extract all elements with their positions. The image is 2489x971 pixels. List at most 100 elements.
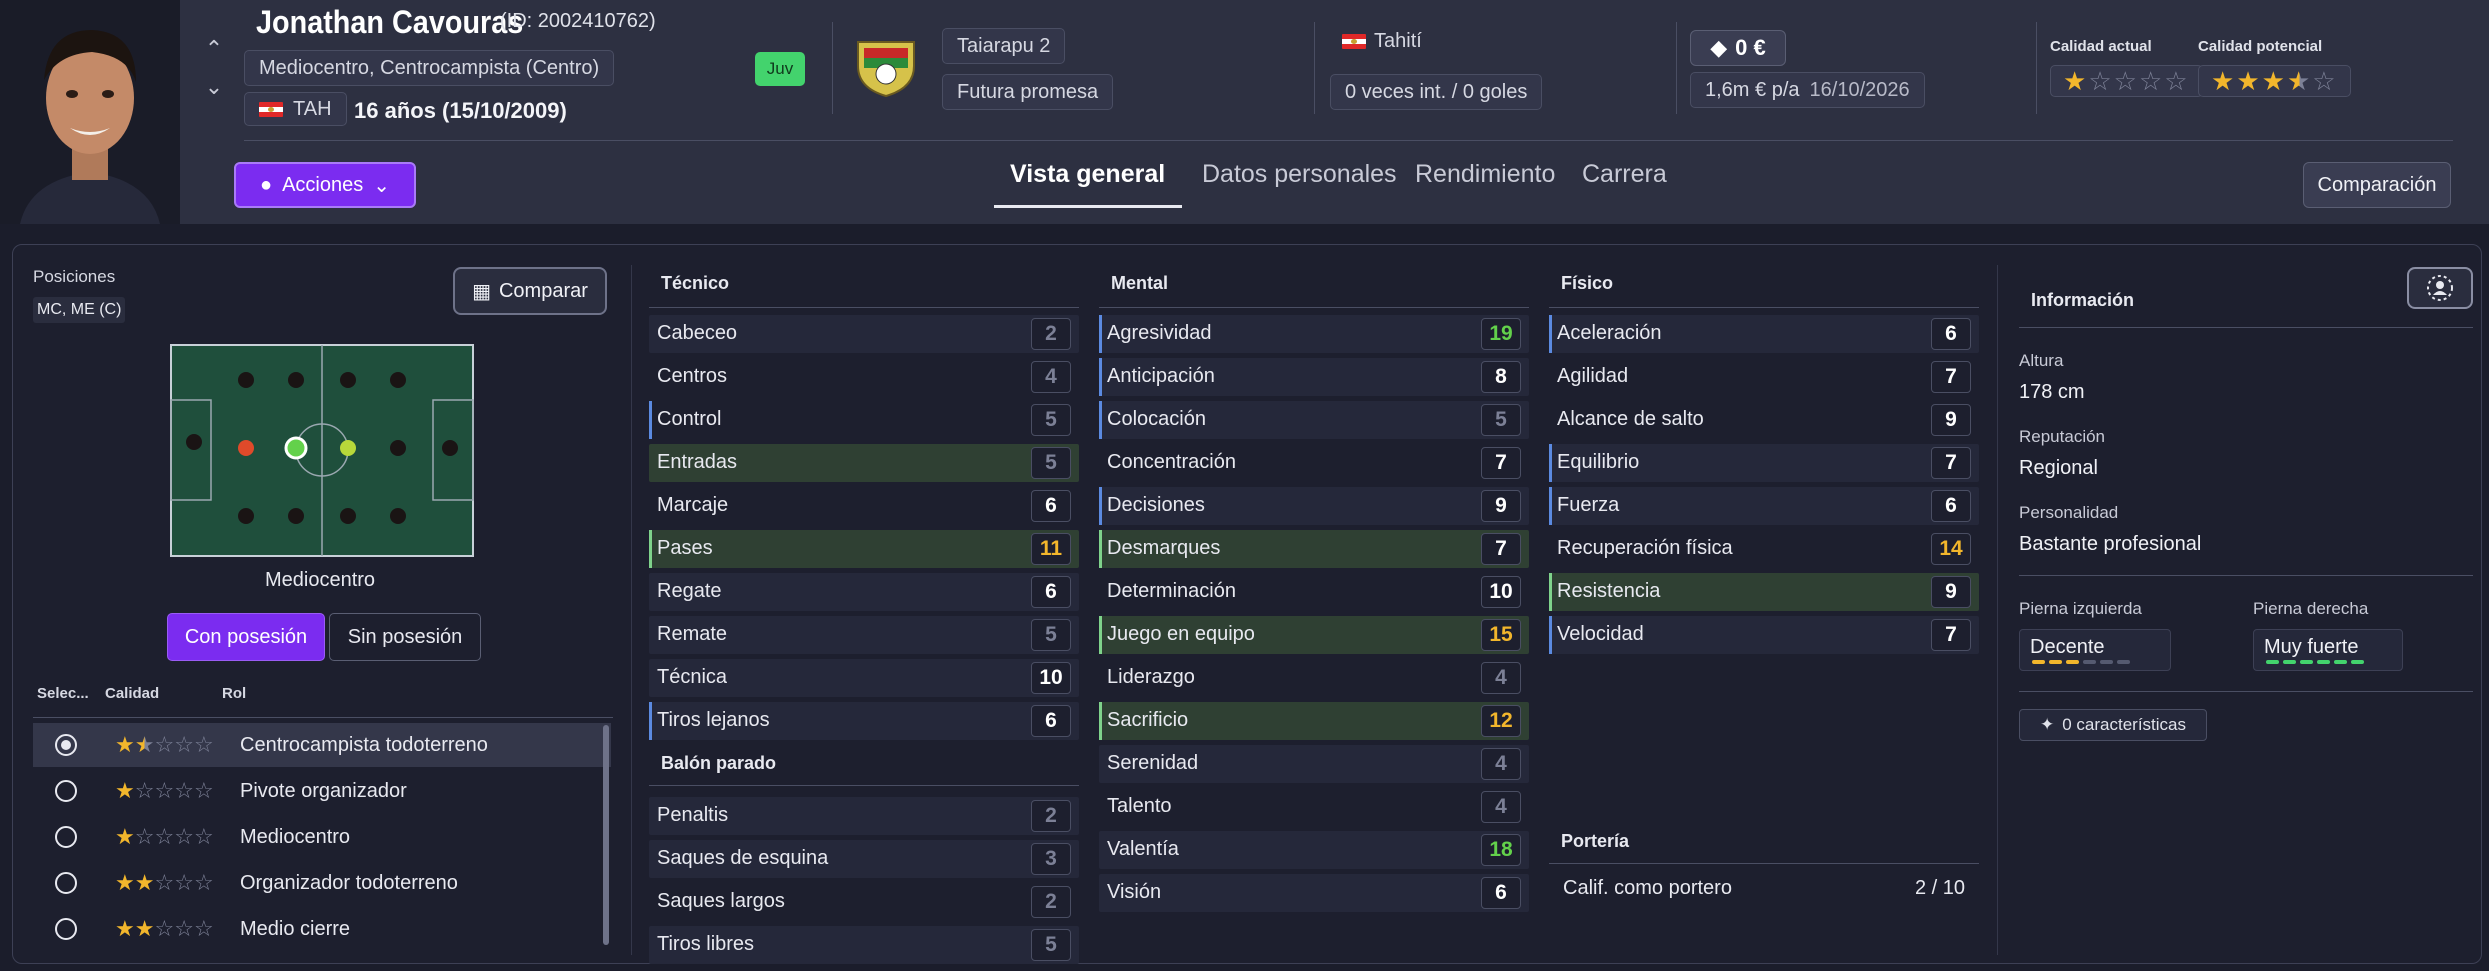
- attribute-value: 7: [1481, 533, 1521, 565]
- attribute-row[interactable]: Agresividad 19: [1099, 315, 1529, 353]
- attribute-row[interactable]: Velocidad 7: [1549, 616, 1979, 654]
- set-pieces-title: Balón parado: [661, 753, 777, 773]
- attribute-row[interactable]: Aceleración 6: [1549, 315, 1979, 353]
- role-radio[interactable]: [55, 872, 77, 894]
- attribute-row[interactable]: Valentía 18: [1099, 831, 1529, 869]
- role-radio[interactable]: [55, 734, 77, 756]
- attribute-row[interactable]: Concentración 7: [1099, 444, 1529, 482]
- attribute-row[interactable]: Tiros lejanos 6: [649, 702, 1079, 740]
- overview-panel: Posiciones MC, ME (C) ▦ Comparar Medioce…: [12, 244, 2482, 964]
- role-radio[interactable]: [55, 918, 77, 940]
- compare-label: Comparar: [498, 279, 588, 302]
- attribute-name: Resistencia: [1557, 580, 1661, 602]
- attribute-row[interactable]: Alcance de salto 9: [1549, 401, 1979, 439]
- chevron-down-icon[interactable]: ⌄: [205, 76, 223, 98]
- attribute-row[interactable]: Saques largos 2: [649, 883, 1079, 921]
- attribute-row[interactable]: Determinación 10: [1099, 573, 1529, 611]
- roles-scrollbar[interactable]: [603, 725, 609, 945]
- with-possession-toggle[interactable]: Con posesión: [167, 613, 325, 661]
- position-pitch[interactable]: [170, 344, 474, 557]
- club-name-pill[interactable]: Taiarapu 2: [942, 28, 1066, 64]
- pitch-position-dot: [390, 440, 406, 456]
- role-row[interactable]: ★★☆☆☆ Centrocampista todoterreno: [33, 723, 611, 767]
- attribute-row[interactable]: Colocación 5: [1099, 401, 1529, 439]
- person-circle-icon: [2427, 275, 2453, 301]
- right-foot-label: Pierna derecha: [2253, 599, 2369, 618]
- attribute-name: Penaltis: [657, 804, 729, 826]
- role-quality-stars: ★★☆☆☆: [115, 916, 214, 941]
- chevron-up-icon[interactable]: ⌃: [205, 38, 223, 60]
- reputation-value: Regional: [2019, 457, 2098, 479]
- compare-icon: ▦: [472, 280, 491, 303]
- attribute-name: Entradas: [657, 451, 738, 473]
- roles-header-quality[interactable]: Calidad: [105, 685, 159, 702]
- info-divider: [2019, 691, 2473, 692]
- attribute-row[interactable]: Tiros libres 5: [649, 926, 1079, 964]
- roles-header-select[interactable]: Selec...: [37, 685, 89, 702]
- profile-menu-button[interactable]: [2407, 267, 2473, 309]
- role-radio[interactable]: [55, 826, 77, 848]
- compare-button[interactable]: ▦ Comparar: [453, 267, 607, 315]
- attribute-row[interactable]: Recuperación física 14: [1549, 530, 1979, 568]
- attribute-row[interactable]: Regate 6: [649, 573, 1079, 611]
- role-row[interactable]: ★☆☆☆☆ Mediocentro: [33, 815, 611, 859]
- player-age: 16 años (15/10/2009): [354, 98, 567, 123]
- attribute-name: Agilidad: [1557, 365, 1629, 387]
- current-ability-label: Calidad actual: [2050, 38, 2152, 55]
- attribute-row[interactable]: Equilibrio 7: [1549, 444, 1979, 482]
- characteristics-button[interactable]: ✦ 0 características: [2019, 709, 2207, 741]
- roles-header-role[interactable]: Rol: [222, 685, 246, 702]
- attribute-row[interactable]: Entradas 5: [649, 444, 1079, 482]
- attribute-row[interactable]: Centros 4: [649, 358, 1079, 396]
- left-foot-level: [2032, 660, 2130, 664]
- attribute-value: 11: [1031, 533, 1071, 565]
- club-crest-icon[interactable]: [850, 36, 922, 100]
- attribute-row[interactable]: Sacrificio 12: [1099, 702, 1529, 740]
- tab-datos-personales[interactable]: Datos personales: [1202, 160, 1397, 189]
- attribute-value: 6: [1931, 318, 1971, 350]
- tab-vista-general[interactable]: Vista general: [1010, 160, 1165, 189]
- goalkeeper-rating-label: Calif. como portero: [1563, 877, 1732, 899]
- header-divider-line: [244, 140, 2453, 141]
- role-radio[interactable]: [55, 780, 77, 802]
- attribute-row[interactable]: Técnica 10: [649, 659, 1079, 697]
- attribute-name: Sacrificio: [1107, 709, 1189, 731]
- attribute-row[interactable]: Agilidad 7: [1549, 358, 1979, 396]
- role-row[interactable]: ★★☆☆☆ Medio cierre: [33, 907, 611, 951]
- attribute-value: 7: [1481, 447, 1521, 479]
- nationality-code: TAH: [293, 97, 332, 120]
- attribute-row[interactable]: Talento 4: [1099, 788, 1529, 826]
- attribute-name: Técnica: [657, 666, 728, 688]
- foot-level-bar: [2317, 660, 2330, 664]
- attribute-row[interactable]: Anticipación 8: [1099, 358, 1529, 396]
- attribute-row[interactable]: Remate 5: [649, 616, 1079, 654]
- height-label: Altura: [2019, 351, 2064, 370]
- attribute-row[interactable]: Desmarques 7: [1099, 530, 1529, 568]
- attribute-row[interactable]: Serenidad 4: [1099, 745, 1529, 783]
- attribute-row[interactable]: Fuerza 6: [1549, 487, 1979, 525]
- actions-button[interactable]: ● Acciones ⌄: [234, 162, 416, 208]
- attribute-value: 19: [1481, 318, 1521, 350]
- attribute-row[interactable]: Pases 11: [649, 530, 1079, 568]
- attribute-row[interactable]: Marcaje 6: [649, 487, 1079, 525]
- foot-level-bar: [2083, 660, 2096, 664]
- tab-rendimiento[interactable]: Rendimiento: [1415, 160, 1555, 189]
- foot-level-bar: [2334, 660, 2347, 664]
- attribute-row[interactable]: Control 5: [649, 401, 1079, 439]
- attribute-row[interactable]: Resistencia 9: [1549, 573, 1979, 611]
- attribute-name: Serenidad: [1107, 752, 1199, 774]
- attribute-row[interactable]: Penaltis 2: [649, 797, 1079, 835]
- attribute-name: Pases: [657, 537, 713, 559]
- attribute-row[interactable]: Cabeceo 2: [649, 315, 1079, 353]
- comparison-button[interactable]: Comparación: [2303, 162, 2451, 208]
- attribute-row[interactable]: Juego en equipo 15: [1099, 616, 1529, 654]
- role-row[interactable]: ★☆☆☆☆ Pivote organizador: [33, 769, 611, 813]
- without-possession-toggle[interactable]: Sin posesión: [329, 613, 481, 661]
- attribute-row[interactable]: Saques de esquina 3: [649, 840, 1079, 878]
- role-row[interactable]: ★★☆☆☆ Organizador todoterreno: [33, 861, 611, 905]
- attribute-row[interactable]: Decisiones 9: [1099, 487, 1529, 525]
- attribute-row[interactable]: Liderazgo 4: [1099, 659, 1529, 697]
- attribute-row[interactable]: Visión 6: [1099, 874, 1529, 912]
- tab-carrera[interactable]: Carrera: [1582, 160, 1667, 189]
- pitch-position-dot: [186, 434, 202, 450]
